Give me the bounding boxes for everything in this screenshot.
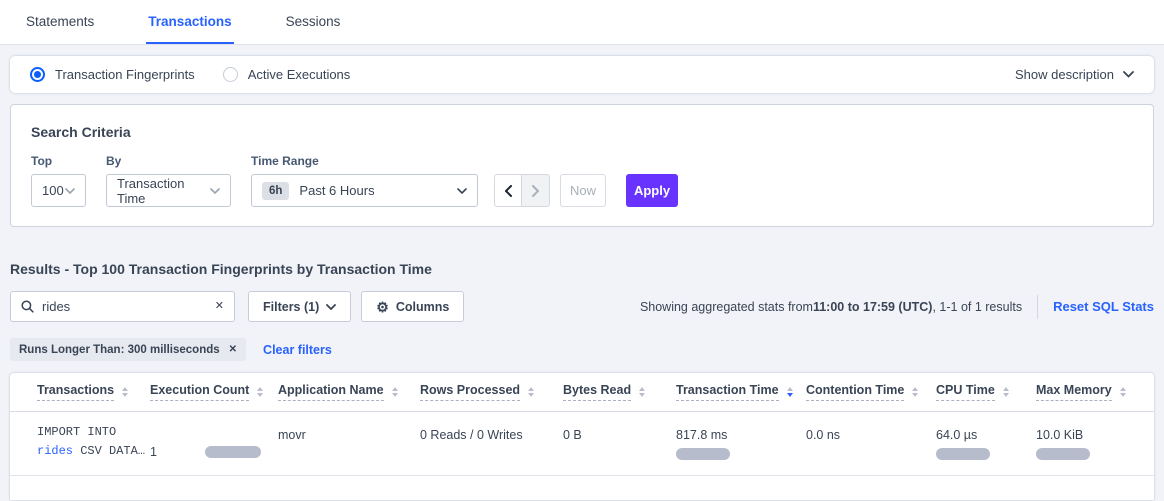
stats-prefix: Showing aggregated stats from bbox=[640, 300, 813, 314]
cpu-time-cell: 64.0 µs bbox=[936, 423, 1036, 475]
by-label: By bbox=[106, 154, 231, 168]
filter-tag-label: Runs Longer Than: 300 milliseconds bbox=[19, 344, 220, 356]
top-select-value: 100 bbox=[42, 183, 65, 198]
sort-icon bbox=[257, 387, 263, 397]
search-icon bbox=[21, 300, 34, 313]
max-memory-bar bbox=[1036, 448, 1090, 460]
application-name-cell: movr bbox=[278, 423, 420, 475]
tab-statements[interactable]: Statements bbox=[24, 0, 96, 44]
column-header-transactions[interactable]: Transactions bbox=[37, 383, 150, 401]
search-input[interactable] bbox=[42, 299, 207, 314]
stats-suffix: , 1-1 of 1 results bbox=[932, 300, 1022, 314]
chevron-right-icon bbox=[532, 185, 540, 197]
prev-time-button[interactable] bbox=[494, 174, 522, 207]
view-toggle-panel: Transaction Fingerprints Active Executio… bbox=[10, 56, 1154, 93]
radio-label: Active Executions bbox=[248, 67, 351, 82]
time-range-label: Time Range bbox=[251, 154, 478, 168]
show-description-toggle[interactable]: Show description bbox=[1015, 67, 1134, 82]
chevron-down-icon bbox=[210, 188, 220, 194]
radio-selected-icon bbox=[30, 67, 45, 82]
columns-button[interactable]: ⚙ Columns bbox=[361, 291, 464, 322]
stats-summary: Showing aggregated stats from 11:00 to 1… bbox=[640, 300, 1022, 314]
table-row: IMPORT INTOrides CSV DATA… 1 movr 0 Read… bbox=[10, 412, 1154, 476]
sort-icon bbox=[528, 387, 534, 397]
search-box: ✕ bbox=[10, 291, 235, 322]
reset-sql-stats-link[interactable]: Reset SQL Stats bbox=[1053, 299, 1154, 314]
search-criteria-panel: Search Criteria Top 100 By Transaction T… bbox=[10, 104, 1154, 227]
sort-icon bbox=[122, 387, 128, 397]
columns-button-label: Columns bbox=[396, 300, 449, 314]
sort-icon bbox=[1120, 387, 1126, 397]
transaction-time-cell: 817.8 ms bbox=[676, 423, 806, 475]
by-select[interactable]: Transaction Time bbox=[106, 174, 231, 207]
filters-button-label: Filters (1) bbox=[263, 300, 319, 314]
by-field: By Transaction Time bbox=[106, 154, 231, 207]
radio-transaction-fingerprints[interactable]: Transaction Fingerprints bbox=[30, 67, 195, 82]
apply-button[interactable]: Apply bbox=[626, 174, 678, 207]
cpu-time-bar bbox=[936, 448, 990, 460]
tab-sessions[interactable]: Sessions bbox=[284, 0, 343, 44]
column-header-application-name[interactable]: Application Name bbox=[278, 383, 420, 401]
chevron-down-icon bbox=[1123, 71, 1134, 78]
sort-icon bbox=[912, 387, 918, 397]
bytes-read-cell: 0 B bbox=[563, 423, 676, 475]
sort-icon-desc-active bbox=[787, 387, 793, 397]
column-header-rows-processed[interactable]: Rows Processed bbox=[420, 383, 563, 401]
sort-icon bbox=[639, 387, 645, 397]
sort-icon bbox=[392, 387, 398, 397]
radio-label: Transaction Fingerprints bbox=[55, 67, 195, 82]
gear-icon: ⚙ bbox=[376, 300, 389, 314]
tab-transactions[interactable]: Transactions bbox=[146, 0, 233, 44]
by-select-value: Transaction Time bbox=[117, 176, 210, 206]
clear-filters-link[interactable]: Clear filters bbox=[263, 343, 332, 357]
rows-processed-cell: 0 Reads / 0 Writes bbox=[420, 423, 563, 475]
active-filters-row: Runs Longer Than: 300 milliseconds ✕ Cle… bbox=[10, 338, 1154, 361]
time-window-nav bbox=[494, 174, 550, 207]
column-header-contention-time[interactable]: Contention Time bbox=[806, 383, 936, 401]
execution-count-bar bbox=[205, 446, 261, 458]
chevron-left-icon bbox=[504, 185, 512, 197]
results-heading: Results - Top 100 Transaction Fingerprin… bbox=[10, 261, 1154, 277]
max-memory-cell: 10.0 KiB bbox=[1036, 423, 1154, 475]
chevron-down-icon bbox=[326, 304, 336, 310]
sort-icon bbox=[1003, 387, 1009, 397]
filters-button[interactable]: Filters (1) bbox=[248, 291, 351, 322]
time-range-field: Time Range 6h Past 6 Hours bbox=[251, 154, 478, 207]
time-range-select[interactable]: 6h Past 6 Hours bbox=[251, 174, 478, 207]
chevron-down-icon bbox=[457, 188, 467, 194]
column-header-execution-count[interactable]: Execution Count bbox=[150, 383, 278, 401]
chevron-down-icon bbox=[65, 188, 75, 194]
contention-time-cell: 0.0 ns bbox=[806, 423, 936, 475]
next-time-button[interactable] bbox=[522, 174, 550, 207]
time-shortcut-badge: 6h bbox=[262, 182, 289, 200]
filter-tag: Runs Longer Than: 300 milliseconds ✕ bbox=[10, 338, 246, 361]
transaction-time-bar bbox=[676, 448, 730, 460]
search-criteria-title: Search Criteria bbox=[31, 124, 1133, 140]
execution-count-cell: 1 bbox=[150, 423, 278, 475]
column-header-transaction-time[interactable]: Transaction Time bbox=[676, 383, 806, 401]
column-header-cpu-time[interactable]: CPU Time bbox=[936, 383, 1036, 401]
column-header-max-memory[interactable]: Max Memory bbox=[1036, 383, 1154, 401]
time-range-value: Past 6 Hours bbox=[299, 183, 457, 198]
transaction-statement[interactable]: IMPORT INTOrides CSV DATA… bbox=[37, 423, 150, 475]
column-header-bytes-read[interactable]: Bytes Read bbox=[563, 383, 676, 401]
results-table: Transactions Execution Count Application… bbox=[10, 373, 1154, 500]
radio-unselected-icon bbox=[223, 67, 238, 82]
top-select[interactable]: 100 bbox=[31, 174, 86, 207]
radio-active-executions[interactable]: Active Executions bbox=[223, 67, 351, 82]
now-button[interactable]: Now bbox=[560, 174, 606, 207]
stats-range: 11:00 to 17:59 (UTC) bbox=[813, 300, 932, 314]
transaction-link[interactable]: rides bbox=[37, 444, 73, 458]
remove-filter-icon[interactable]: ✕ bbox=[229, 345, 237, 355]
top-field: Top 100 bbox=[31, 154, 86, 207]
top-label: Top bbox=[31, 154, 86, 168]
page-tabbar: Statements Transactions Sessions bbox=[0, 0, 1164, 45]
show-description-label: Show description bbox=[1015, 67, 1114, 82]
clear-search-icon[interactable]: ✕ bbox=[215, 301, 224, 312]
toolbar-divider bbox=[1037, 295, 1038, 319]
table-header-row: Transactions Execution Count Application… bbox=[10, 373, 1154, 412]
results-toolbar: ✕ Filters (1) ⚙ Columns Showing aggregat… bbox=[10, 291, 1154, 322]
